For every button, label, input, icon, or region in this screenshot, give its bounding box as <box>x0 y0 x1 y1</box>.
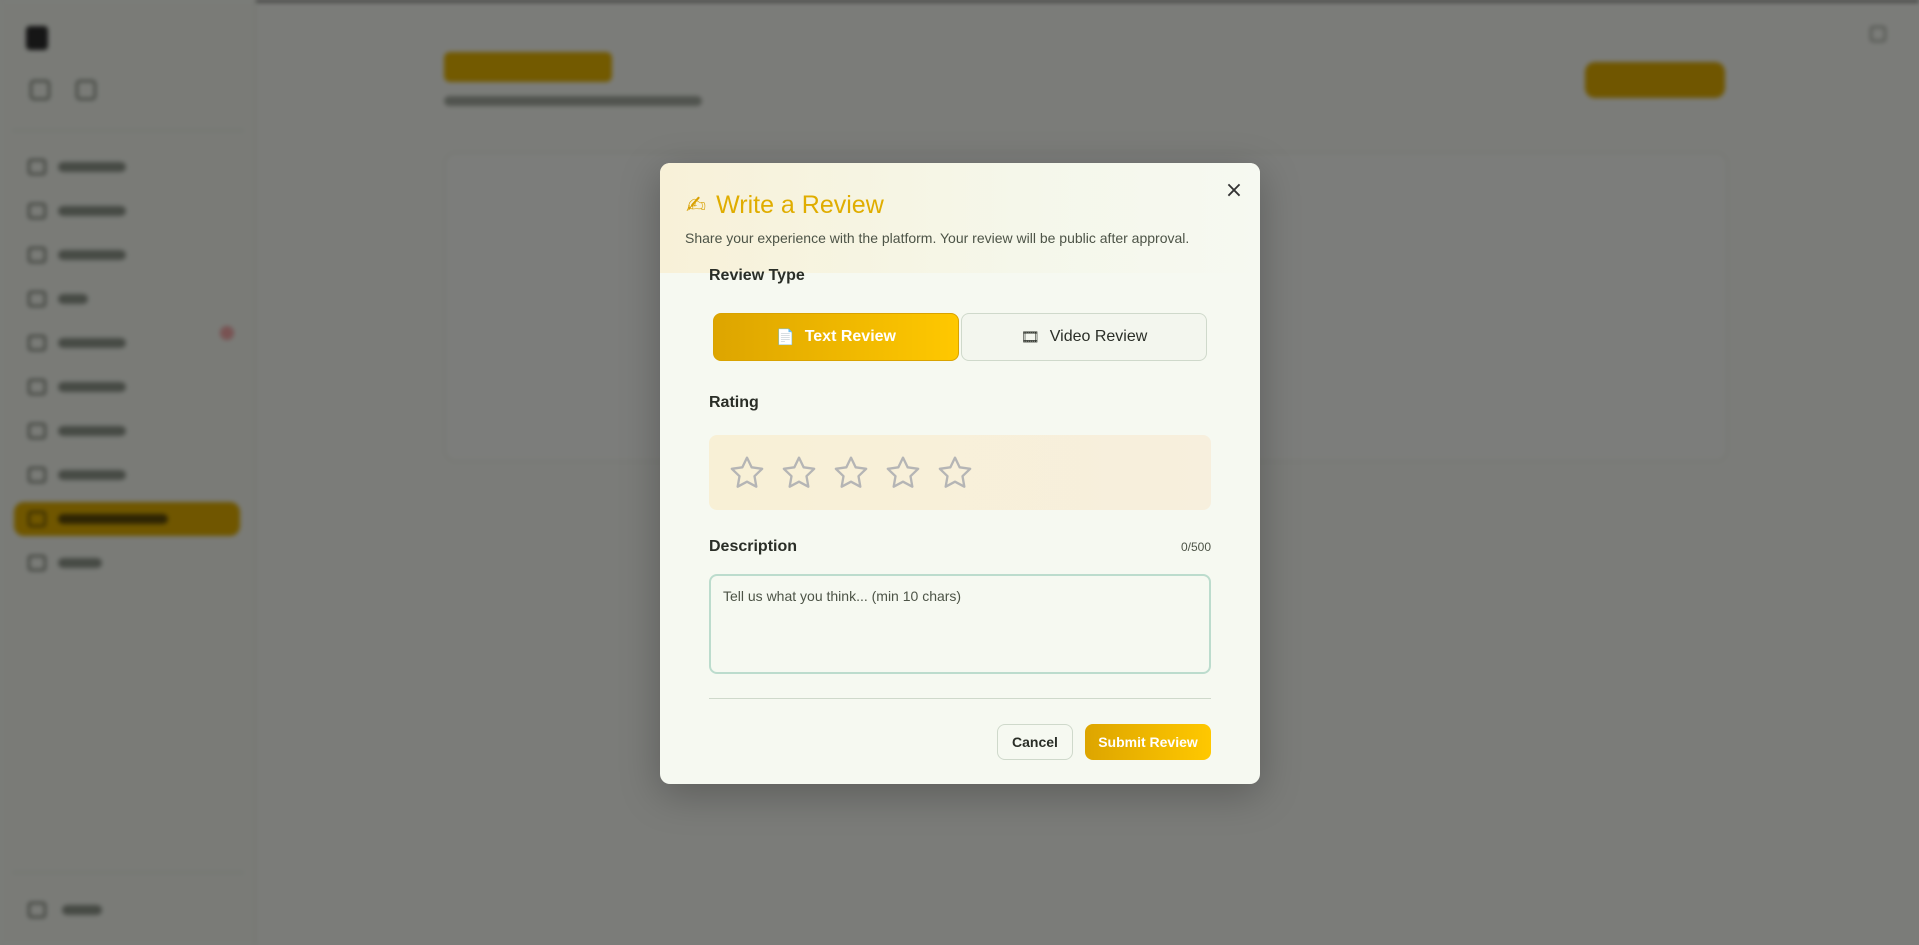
star-rating <box>709 435 1211 510</box>
star-3-icon[interactable] <box>831 453 871 493</box>
star-2-icon[interactable] <box>779 453 819 493</box>
description-label: Description <box>709 538 798 555</box>
footer-divider <box>709 698 1211 699</box>
star-1-icon[interactable] <box>727 453 767 493</box>
modal-description: Share your experience with the platform.… <box>685 230 1190 246</box>
modal-title: ✍ Write a Review <box>686 191 884 219</box>
modal-title-text: Write a Review <box>716 191 884 219</box>
write-review-modal: × ✍ Write a Review Share your experience… <box>660 163 1260 784</box>
star-5-icon[interactable] <box>935 453 975 493</box>
text-review-button[interactable]: 📄 Text Review <box>713 313 959 361</box>
star-4-icon[interactable] <box>883 453 923 493</box>
char-counter: 0/500 <box>1180 540 1211 554</box>
cancel-button[interactable]: Cancel <box>997 724 1073 760</box>
review-type-toggle: 📄 Text Review 🎞 Video Review <box>713 313 1207 361</box>
rating-label: Rating <box>709 394 759 411</box>
close-button[interactable]: × <box>1222 179 1246 203</box>
review-type-label: Review Type <box>709 267 805 284</box>
text-review-label: Text Review <box>804 328 896 345</box>
film-icon: 🎞 <box>1020 328 1040 346</box>
document-icon: 📄 <box>776 328 795 346</box>
description-textarea[interactable] <box>709 574 1211 674</box>
video-review-label: Video Review <box>1049 328 1148 345</box>
submit-review-button[interactable]: Submit Review <box>1085 724 1211 760</box>
writing-hand-icon: ✍ <box>686 191 707 219</box>
video-review-button[interactable]: 🎞 Video Review <box>961 313 1207 361</box>
